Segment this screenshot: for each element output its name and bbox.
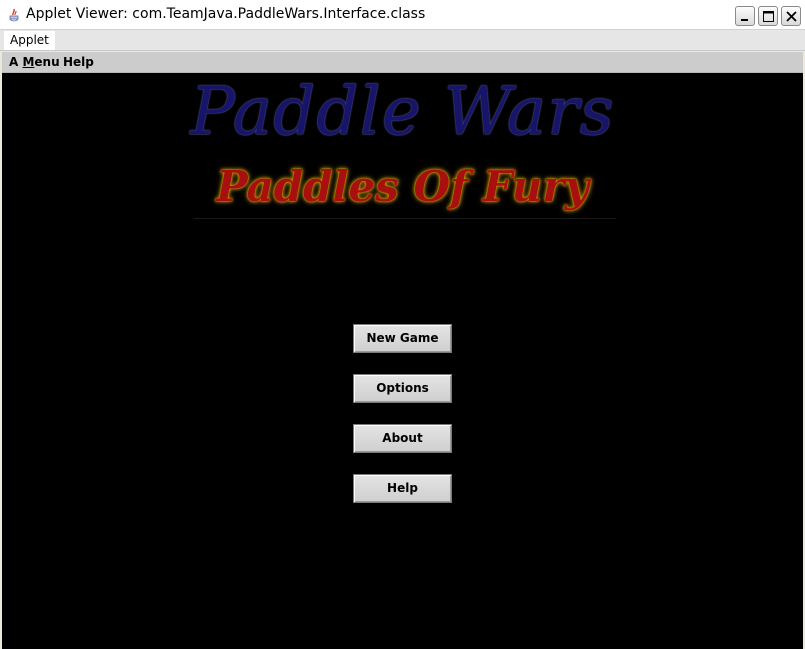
about-button[interactable]: About (353, 424, 452, 453)
close-icon (786, 11, 797, 22)
java-app-icon (6, 7, 22, 23)
applet-viewer-window: Applet Viewer: com.TeamJava.PaddleWars.I… (0, 0, 805, 649)
maximize-button[interactable] (758, 6, 778, 26)
menu-help[interactable]: Help (63, 52, 94, 72)
menu-a-menu-prefix: A (9, 55, 23, 69)
options-button[interactable]: Options (353, 374, 452, 403)
minimize-button[interactable] (735, 6, 755, 26)
game-canvas: Paddle Wars Paddles Of Fury New Game Opt… (2, 73, 803, 649)
game-menu-bar: A Menu Help (2, 52, 803, 73)
maximize-icon (763, 11, 774, 22)
minimize-icon (741, 19, 748, 21)
title-divider (194, 218, 616, 219)
applet-menu[interactable]: Applet (4, 31, 55, 50)
new-game-button[interactable]: New Game (353, 324, 452, 353)
help-button[interactable]: Help (353, 474, 452, 503)
menu-a-menu-suffix: enu (34, 55, 60, 69)
menu-a-menu[interactable]: A Menu (9, 52, 60, 72)
menu-a-menu-mnemonic: M (22, 55, 35, 69)
title-bar[interactable]: Applet Viewer: com.TeamJava.PaddleWars.I… (0, 0, 805, 30)
game-subtitle: Paddles Of Fury (216, 162, 589, 211)
applet-menu-strip: Applet (0, 30, 805, 51)
close-button[interactable] (781, 6, 801, 26)
window-title: Applet Viewer: com.TeamJava.PaddleWars.I… (26, 6, 426, 22)
game-title: Paddle Wars (190, 73, 615, 150)
